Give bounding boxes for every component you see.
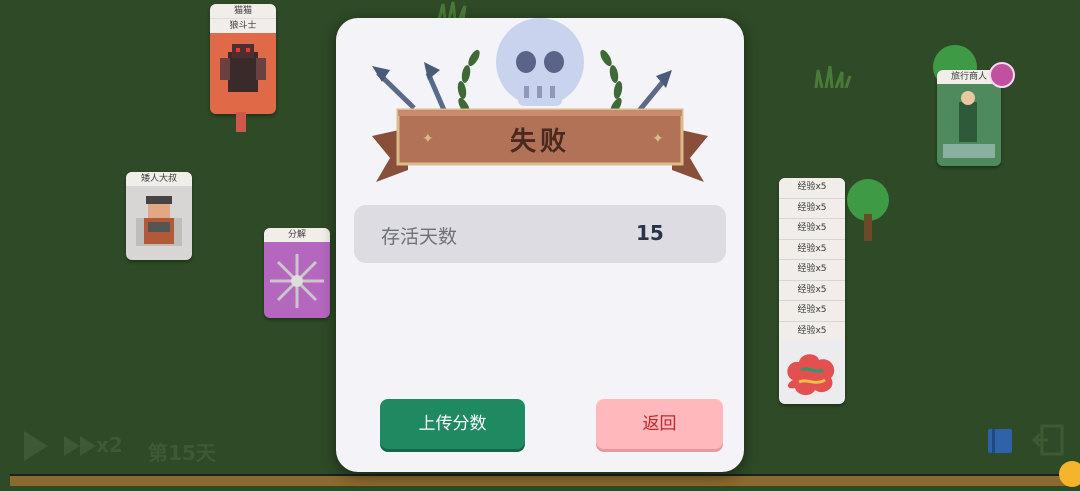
wolf-warrior-icon bbox=[220, 44, 266, 92]
card-title: 分解 bbox=[264, 228, 330, 242]
day-label: 第15天 bbox=[148, 441, 216, 465]
card-title: 猫猫 bbox=[210, 4, 276, 18]
skull-icon bbox=[496, 18, 584, 106]
exp-card-label: 经验x5 bbox=[779, 320, 845, 341]
exp-card-label: 经验x5 bbox=[779, 218, 845, 239]
decompose-icon bbox=[270, 254, 324, 308]
survival-days-row: 存活天数 15 bbox=[354, 205, 726, 263]
arrow-icon bbox=[424, 62, 447, 111]
card-title: 矮人大叔 bbox=[126, 172, 192, 186]
exp-card-label: 经验x5 bbox=[779, 259, 845, 280]
card-dwarf[interactable]: 矮人大叔 bbox=[126, 172, 192, 260]
card-merchant[interactable]: 旅行商人 bbox=[937, 70, 1001, 166]
exp-card-stack[interactable]: 经验x5 经验x5 经验x5 经验x5 经验x5 经验x5 经验x5 经验x5 bbox=[779, 178, 845, 404]
back-button[interactable]: 返回 bbox=[596, 399, 723, 449]
arrow-icon bbox=[372, 66, 416, 110]
speed-label: x2 bbox=[96, 433, 123, 457]
day-progress-bar bbox=[10, 474, 1070, 486]
book-icon[interactable] bbox=[985, 426, 1015, 456]
survival-days-value: 15 bbox=[636, 221, 664, 245]
grass-tuft bbox=[812, 62, 852, 93]
merchant-icon bbox=[937, 84, 1001, 166]
defeat-dialog: ✦ ✦ 失败 存活天数 15 上传分数 返回 bbox=[336, 18, 744, 472]
fast-forward-icon[interactable] bbox=[64, 434, 98, 458]
dwarf-icon bbox=[136, 196, 182, 246]
card-subtitle: 狼斗士 bbox=[210, 18, 276, 33]
exp-card-label: 经验x5 bbox=[779, 238, 845, 259]
dialog-title: 失败 bbox=[509, 127, 570, 157]
arrow-icon bbox=[636, 70, 672, 114]
play-icon[interactable] bbox=[22, 429, 50, 463]
exp-card-label: 经验x5 bbox=[779, 178, 845, 198]
shop-badge-icon[interactable] bbox=[989, 62, 1015, 88]
card-pin bbox=[236, 112, 246, 132]
defeat-banner: ✦ ✦ bbox=[372, 18, 708, 182]
card-cat[interactable]: 猫猫 狼斗士 bbox=[210, 4, 276, 114]
sun-icon bbox=[1059, 461, 1080, 487]
exp-card-label: 经验x5 bbox=[779, 197, 845, 218]
survival-days-label: 存活天数 bbox=[381, 226, 458, 248]
upload-score-button[interactable]: 上传分数 bbox=[380, 399, 525, 449]
tree-icon bbox=[846, 178, 890, 246]
brain-icon bbox=[787, 354, 835, 396]
exp-card-label: 经验x5 bbox=[779, 300, 845, 321]
exp-card-label: 经验x5 bbox=[779, 279, 845, 300]
card-decompose[interactable]: 分解 bbox=[264, 228, 330, 318]
